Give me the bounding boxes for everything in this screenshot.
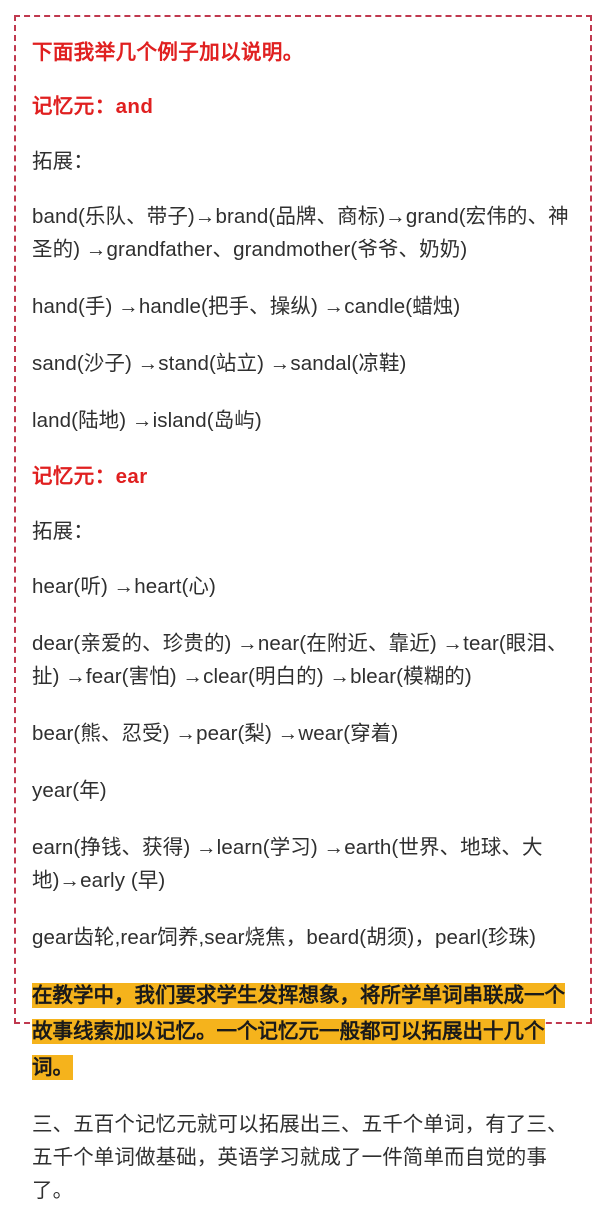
word-chain-sand: sand(沙子) →stand(站立) →sandal(凉鞋) [32,352,407,375]
expand-label-and: 拓展： [32,150,94,173]
word-chain-dear: dear(亲爱的、珍贵的) →near(在附近、靠近) →tear(眼泪、扯) … [32,632,568,688]
word-chain-earn: earn(挣钱、获得) →learn(学习) →earth(世界、地球、大地)→… [32,836,543,892]
word-chain-year: year(年) [32,779,107,802]
word-chain-hand: hand(手) →handle(把手、操纵) →candle(蜡烛) [32,295,461,318]
section-heading-and: 记忆元：and [32,95,154,118]
article-dashed-frame: 下面我举几个例子加以说明。 记忆元：and 拓展： band(乐队、带子)→br… [14,15,592,1202]
intro-heading: 下面我举几个例子加以说明。 [32,41,304,64]
word-chain-gear: gear齿轮,rear饲养,sear烧焦，beard(胡须)，pearl(珍珠) [32,926,537,949]
word-chain-land: land(陆地) →island(岛屿) [32,409,262,432]
article-body: 下面我举几个例子加以说明。 记忆元：and 拓展： band(乐队、带子)→br… [32,37,578,1207]
highlighted-note-text: 在教学中，我们要求学生发挥想象，将所学单词串联成一个故事线索加以记忆。一个记忆元… [32,983,565,1080]
closing-paragraph: 三、五百个记忆元就可以拓展出三、五千个单词，有了三、五千个单词做基础，英语学习就… [32,1113,568,1202]
highlighted-note: 在教学中，我们要求学生发挥想象，将所学单词串联成一个故事线索加以记忆。一个记忆元… [32,978,578,1086]
word-chain-hear: hear(听) →heart(心) [32,575,216,598]
expand-label-ear: 拓展： [32,520,94,543]
word-chain-bear: bear(熊、忍受) →pear(梨) →wear(穿着) [32,722,399,745]
section-heading-ear: 记忆元：ear [32,465,148,488]
word-chain-band: band(乐队、带子)→brand(品牌、商标)→grand(宏伟的、神圣的) … [32,205,569,261]
